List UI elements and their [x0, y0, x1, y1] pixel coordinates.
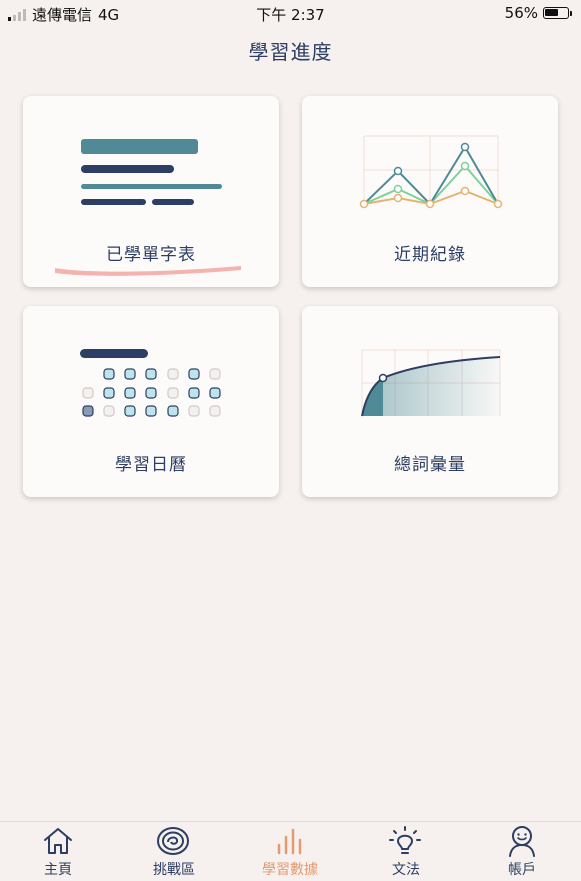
battery-percent: 56% [504, 4, 538, 22]
card-word-list[interactable]: 已學單字表 [23, 96, 279, 287]
growth-curve-icon [361, 349, 501, 417]
tab-label: 文法 [392, 862, 420, 878]
user-icon [509, 826, 535, 857]
battery-icon [543, 7, 572, 19]
tab-label: 帳戶 [508, 862, 536, 878]
card-label: 近期紀錄 [394, 245, 466, 265]
card-total-vocabulary[interactable]: 總詞彙量 [302, 306, 558, 497]
card-label: 已學單字表 [106, 245, 196, 265]
tab-home[interactable]: 主頁 [0, 822, 116, 881]
status-bar: 遠傳電信 4G 下午 2:37 56% [0, 0, 581, 26]
card-recent-records[interactable]: 近期紀錄 [302, 96, 558, 287]
tab-grammar[interactable]: 文法 [348, 822, 464, 881]
status-time: 下午 2:37 [256, 6, 325, 24]
card-calendar[interactable]: 學習日曆 [23, 306, 279, 497]
tab-bar: 主頁 挑戰區 學習數據 文法 帳戶 [0, 821, 581, 881]
word-list-icon [81, 139, 222, 205]
status-right: 56% [504, 4, 572, 22]
tab-label: 學習數據 [262, 862, 318, 878]
card-label: 學習日曆 [115, 455, 187, 475]
tab-account[interactable]: 帳戶 [464, 822, 580, 881]
card-label: 總詞彙量 [394, 455, 466, 475]
tab-label: 主頁 [44, 862, 72, 878]
tab-label: 挑戰區 [153, 862, 195, 878]
calendar-grid-icon [80, 349, 221, 417]
tab-learning-data[interactable]: 學習數據 [232, 822, 348, 881]
line-chart-icon [359, 135, 503, 209]
lightbulb-icon [389, 826, 421, 854]
bar-chart-icon [277, 828, 302, 855]
page-title: 學習進度 [248, 40, 333, 64]
tab-challenge[interactable]: 挑戰區 [116, 822, 232, 881]
home-icon [44, 828, 72, 854]
challenge-icon [157, 827, 189, 855]
